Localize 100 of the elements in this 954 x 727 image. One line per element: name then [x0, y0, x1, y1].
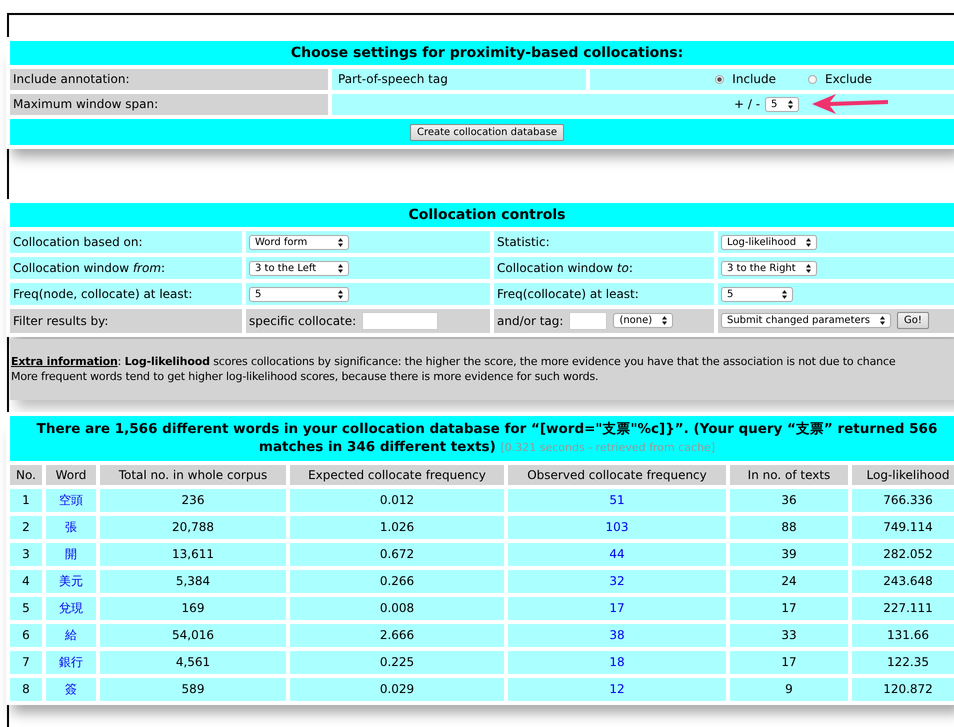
table-link[interactable]: 張	[65, 520, 77, 534]
action-select[interactable]: Submit changed parameters	[721, 313, 891, 328]
table-link[interactable]: 17	[609, 601, 625, 615]
table-cell: 282.052	[883, 547, 933, 561]
table-link[interactable]: 44	[609, 547, 625, 561]
control-select[interactable]: Log-likelihood	[721, 234, 818, 250]
table-cell: 6	[22, 628, 30, 642]
updown-caret-icon	[338, 290, 343, 298]
column-header: No.	[10, 464, 42, 484]
table-cell: 120.872	[883, 682, 933, 696]
tag-select[interactable]: (none)	[613, 313, 674, 328]
table-cell: 0.225	[380, 655, 414, 669]
info-text: More frequent words tend to get higher log-likelihood scores, because there is more evidence for such words.	[11, 368, 600, 384]
table-cell: 8	[22, 682, 30, 696]
control-select[interactable]: 3 to the Right	[721, 260, 817, 276]
table-cell: 3	[22, 547, 30, 561]
table-link[interactable]: 103	[606, 520, 628, 534]
table-cell: 169	[182, 601, 204, 615]
span-select[interactable]: 5	[765, 96, 800, 112]
table-cell: 7	[22, 655, 30, 669]
table-cell: 88	[781, 520, 797, 534]
setting-value: Part-of-speech tag	[332, 69, 586, 90]
control-select[interactable]: Word form	[249, 234, 349, 250]
control-label: Freq(collocate) at least:	[497, 286, 639, 300]
table-cell: 5	[22, 601, 30, 615]
control-label: Collocation window to:	[497, 260, 633, 274]
column-header: Total no. in whole corpus	[100, 464, 286, 484]
table-link[interactable]: 開	[65, 546, 77, 560]
updown-caret-icon	[806, 264, 811, 272]
table-cell: 20,788	[172, 520, 214, 534]
control-select[interactable]: 3 to the Left	[249, 260, 349, 276]
control-select[interactable]: 5	[721, 286, 793, 302]
table-cell: 2.666	[380, 628, 414, 642]
setting-label: Include annotation:	[10, 69, 328, 90]
control-label: Statistic:	[497, 234, 550, 248]
table-cell: 0.012	[380, 493, 414, 507]
table-cell: 4,561	[176, 655, 210, 669]
table-cell: 17	[781, 655, 797, 669]
column-header: In no. of texts	[730, 464, 848, 484]
table-cell: 131.66	[887, 628, 929, 642]
updown-caret-icon	[806, 238, 812, 246]
radio-button[interactable]	[808, 74, 817, 84]
section-title: Collocation controls	[10, 202, 954, 226]
table-cell: 749.114	[883, 520, 933, 534]
updown-caret-icon	[788, 100, 794, 108]
table-cell: 0.029	[380, 682, 414, 696]
radio-option[interactable]: Exclude	[808, 72, 872, 86]
field-label: and/or tag:	[497, 314, 564, 328]
column-header: Word	[46, 464, 96, 484]
table-link[interactable]: 簽	[65, 682, 77, 696]
table-cell: 36	[781, 493, 797, 507]
results-heading: There are 1,566 different words in your collocation database for “[word="支票"%c]}”. (Your query “支票” returned 566 matches in 346 different texts) [0.321 seconds - retrieved from cache]	[36, 420, 938, 456]
radio-option[interactable]: Include	[715, 72, 776, 86]
control-select[interactable]: 5	[249, 286, 349, 302]
table-cell: 13,611	[172, 547, 214, 561]
table-cell: 122.35	[887, 655, 929, 669]
create-database-button[interactable]: Create collocation database	[410, 124, 564, 140]
column-header: Observed collocate frequency	[508, 464, 726, 484]
table-cell: 33	[781, 628, 797, 642]
table-cell: 0.266	[380, 574, 414, 588]
table-cell: 0.672	[380, 547, 414, 561]
updown-caret-icon	[782, 290, 787, 298]
table-cell: 227.111	[883, 601, 933, 615]
control-label: Freq(node, collocate) at least:	[13, 286, 192, 300]
table-link[interactable]: 給	[65, 628, 77, 642]
updown-caret-icon	[662, 316, 668, 325]
table-cell: 589	[182, 682, 204, 696]
input-field[interactable]	[569, 312, 608, 330]
table-cell: 1.026	[380, 520, 414, 534]
table-link[interactable]: 18	[609, 655, 625, 669]
setting-label: Maximum window span:	[10, 94, 328, 114]
section-title: Choose settings for proximity-based collocations:	[10, 41, 954, 65]
table-cell: 243.648	[883, 574, 933, 588]
table-cell: 39	[781, 547, 797, 561]
radio-button[interactable]	[715, 74, 724, 84]
table-cell: 9	[785, 682, 793, 696]
control-label: Filter results by:	[10, 308, 242, 332]
span-prefix: + / -	[734, 97, 760, 111]
table-cell: 17	[781, 601, 797, 615]
control-label: Collocation window from:	[13, 260, 166, 274]
table-link[interactable]: 51	[609, 493, 625, 507]
table-cell: 1	[22, 493, 30, 507]
table-cell: 24	[781, 574, 797, 588]
control-label: Collocation based on:	[13, 234, 143, 248]
table-cell: 4	[22, 574, 30, 588]
table-cell: 236	[182, 493, 204, 507]
table-cell: 0.008	[380, 601, 414, 615]
table-link[interactable]: 12	[609, 682, 625, 696]
column-header: Expected collocate frequency	[290, 464, 504, 484]
go-button[interactable]: Go!	[896, 312, 929, 329]
updown-caret-icon	[880, 316, 885, 325]
updown-caret-icon	[338, 238, 343, 246]
updown-caret-icon	[338, 264, 343, 272]
input-field[interactable]	[362, 312, 438, 330]
table-link[interactable]: 38	[609, 628, 625, 642]
table-cell: 5,384	[176, 574, 210, 588]
table-cell: 2	[22, 520, 30, 534]
table-link[interactable]: 32	[609, 574, 625, 588]
info-text: Extra information: Log-likelihood scores collocations by significance: the higher the score, the more evidence you have that the association is not due to chance	[11, 354, 897, 368]
column-header: Log-likelihood	[852, 464, 954, 484]
